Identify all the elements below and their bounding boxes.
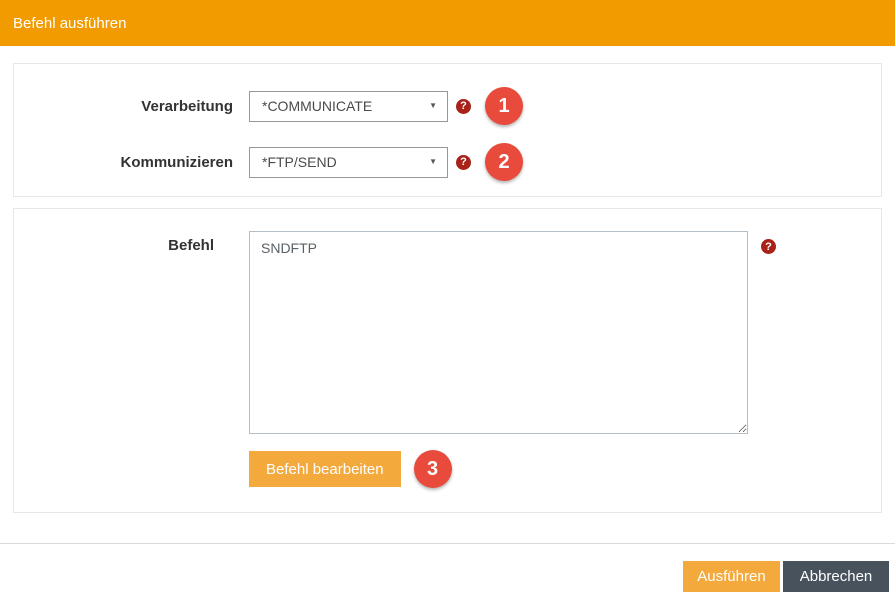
step-badge-1: 1: [485, 87, 523, 125]
execute-button[interactable]: Ausführen: [683, 561, 780, 592]
help-icon[interactable]: ?: [761, 239, 776, 254]
help-glyph: ?: [765, 241, 772, 253]
footer-divider: [0, 543, 895, 544]
kommunizieren-label: Kommunizieren: [14, 154, 233, 171]
help-glyph: ?: [460, 100, 467, 112]
verarbeitung-label: Verarbeitung: [14, 98, 233, 115]
help-icon[interactable]: ?: [456, 99, 471, 114]
kommunizieren-row: Kommunizieren *FTP/SEND ▼ ? 2: [14, 143, 881, 181]
befehl-label: Befehl: [14, 231, 214, 254]
help-icon[interactable]: ?: [456, 155, 471, 170]
options-panel: Verarbeitung *COMMUNICATE ▼ ? 1 Kommuniz…: [13, 63, 882, 197]
dialog-header: Befehl ausführen: [0, 0, 895, 46]
cancel-button[interactable]: Abbrechen: [783, 561, 889, 592]
help-glyph: ?: [460, 156, 467, 168]
verarbeitung-row: Verarbeitung *COMMUNICATE ▼ ? 1: [14, 87, 881, 125]
step-badge-3: 3: [414, 450, 452, 488]
verarbeitung-select-value: *COMMUNICATE: [262, 98, 372, 114]
edit-command-row: Befehl bearbeiten 3: [249, 450, 881, 488]
dialog-title: Befehl ausführen: [13, 15, 126, 32]
kommunizieren-select[interactable]: *FTP/SEND ▼: [249, 147, 448, 178]
chevron-down-icon: ▼: [429, 102, 437, 110]
execute-command-dialog: Befehl ausführen Verarbeitung *COMMUNICA…: [0, 0, 895, 608]
chevron-down-icon: ▼: [429, 158, 437, 166]
command-textarea[interactable]: SNDFTP: [249, 231, 748, 434]
command-row: Befehl SNDFTP ?: [14, 231, 881, 434]
kommunizieren-select-value: *FTP/SEND: [262, 154, 337, 170]
edit-command-button[interactable]: Befehl bearbeiten: [249, 451, 401, 487]
command-panel: Befehl SNDFTP ? Befehl bearbeiten 3: [13, 208, 882, 513]
verarbeitung-select[interactable]: *COMMUNICATE ▼: [249, 91, 448, 122]
step-badge-2: 2: [485, 143, 523, 181]
